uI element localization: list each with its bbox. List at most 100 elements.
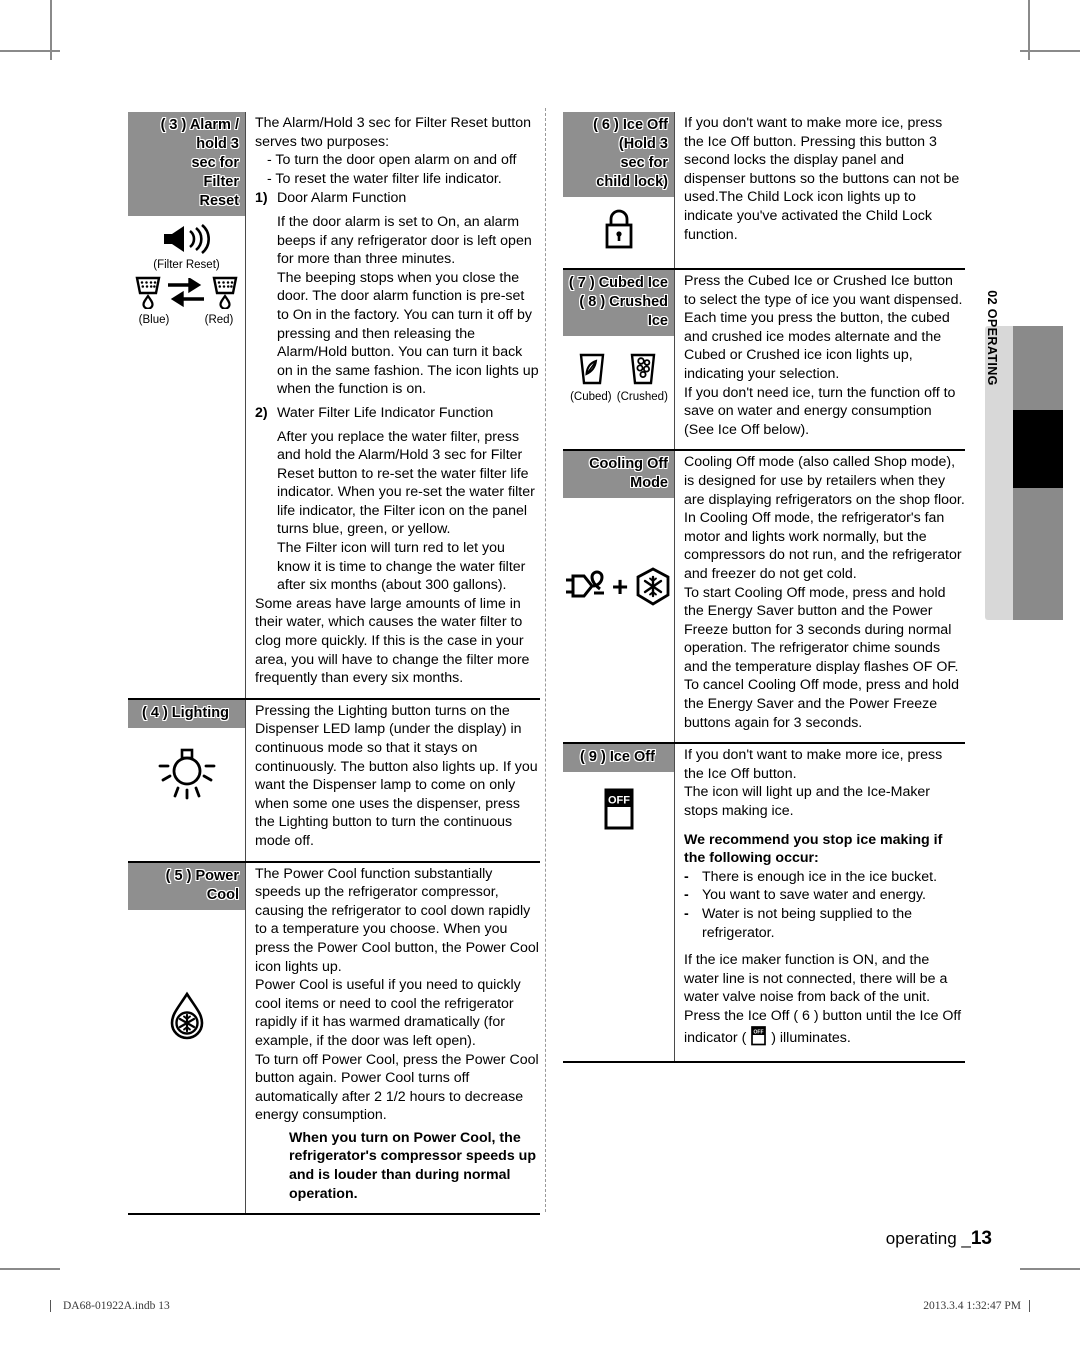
ice-type-captions: (Cubed) (Crushed) [567, 391, 670, 404]
power-freeze-snowflake-icon [633, 566, 673, 613]
cubed-label: (Cubed) [570, 391, 612, 403]
cooling-off-p2: To start Cooling Off mode, press and hol… [684, 584, 959, 675]
alarm-item-2-p1: After you replace the water filter, pres… [277, 428, 535, 538]
filter-reset-label: (Filter Reset) [153, 259, 220, 271]
filter-swap-arrows [164, 275, 210, 313]
ice-type-p2: If you don't need ice, turn the function… [684, 384, 956, 438]
ice-off-p1: If you don't want to make more ice, pres… [684, 747, 943, 782]
section-label-cell: ( 3 ) Alarm / hold 3 sec for Filter Rese… [128, 112, 246, 698]
section-title-alarm: ( 3 ) Alarm / hold 3 sec for Filter Rese… [128, 112, 245, 216]
crop-mark-top-right-horizontal [1020, 50, 1080, 52]
cooling-off-p1: Cooling Off mode (also called Shop mode)… [684, 454, 965, 582]
section-label-cell: ( 9 ) Ice Off OFF [563, 744, 675, 1062]
manual-page: ( 3 ) Alarm / hold 3 sec for Filter Rese… [0, 0, 1080, 1347]
filter-color-icons [132, 275, 241, 314]
lighting-p1: Pressing the Lighting button turns on th… [255, 702, 538, 849]
section-icons-ice-type: (Cubed) (Crushed) [563, 336, 674, 414]
section-icons-ice-off: OFF [563, 772, 674, 847]
ice-off-inline-indicator-icon: OFF [750, 1025, 767, 1052]
section-label-cell: ( 6 ) Ice Off (Hold 3 sec for child lock… [563, 112, 675, 268]
cooling-off-combo-icons: + [565, 566, 673, 613]
chapter-side-tab-label: 02 OPERATING [985, 290, 999, 386]
section-body-cooling-off: Cooling Off mode (also called Shop mode)… [675, 451, 965, 742]
ice-type-p1: Press the Cubed Ice or Crushed Ice butto… [684, 273, 963, 382]
right-column: ( 6 ) Ice Off (Hold 3 sec for child lock… [563, 112, 965, 1064]
page-footer-label: operating _ [885, 1229, 971, 1248]
section-label-cell: Cooling Off Mode + [563, 451, 675, 743]
power-cool-p1: The Power Cool function substantially sp… [255, 865, 539, 975]
section-ice-off: ( 9 ) Ice Off OFF If you don't want to m… [563, 742, 965, 1064]
section-cubed-crushed-ice: ( 7 ) Cubed Ice ( 8 ) Crushed Ice (Cubed… [563, 268, 965, 450]
section-icons-cooling-off: + [563, 498, 674, 623]
section-body-alarm: The Alarm/Hold 3 sec for Filter Reset bu… [246, 112, 540, 698]
bullet-dash: - [684, 887, 689, 904]
bullet-dash: - [684, 906, 689, 922]
left-column: ( 3 ) Alarm / hold 3 sec for Filter Rese… [128, 112, 540, 1216]
crop-mark-bottom-right-horizontal [1020, 1268, 1080, 1270]
section-title-ice-off: ( 9 ) Ice Off [563, 744, 674, 773]
section-ice-off-child-lock: ( 6 ) Ice Off (Hold 3 sec for child lock… [563, 112, 965, 268]
section-body-ice-off-child-lock: If you don't want to make more ice, pres… [675, 112, 965, 268]
section-body-cubed-crushed: Press the Cubed Ice or Crushed Ice butto… [675, 270, 965, 449]
ice-off-bullet: - There is enough ice in the ice bucket. [684, 868, 965, 887]
alarm-item-2-title: Water Filter Life Indicator Function [277, 404, 494, 421]
speaker-alarm-icon [132, 223, 241, 259]
ice-off-indicator-icon: OFF [602, 788, 636, 837]
alarm-item-1-title: Door Alarm Function [277, 190, 407, 207]
indb-filename: DA68-01922A.indb 13 [63, 1300, 170, 1312]
alarm-item-2-p2: The Filter icon will turn red to let you… [277, 540, 526, 594]
side-bar-active-marker [1013, 410, 1063, 488]
section-body-power-cool: The Power Cool function substantially sp… [246, 863, 540, 1214]
power-cool-p3: To turn off Power Cool, press the Power … [255, 1051, 539, 1124]
filter-red-icon-group [209, 275, 241, 314]
ice-type-glyphs [567, 352, 670, 391]
section-title-lighting: ( 4 ) Lighting [128, 699, 245, 728]
crop-mark-top-left-horizontal [0, 50, 60, 52]
svg-text:OFF: OFF [754, 1029, 764, 1035]
section-body-lighting: Pressing the Lighting button turns on th… [246, 700, 540, 861]
bullet-text: Water is not being supplied to the refri… [702, 906, 913, 941]
filter-blue-icon-group [132, 275, 164, 314]
filter-blue-label: (Blue) [138, 314, 170, 326]
section-body-ice-off: If you don't want to make more ice, pres… [675, 744, 965, 1061]
section-label-cell: ( 4 ) Lighting [128, 699, 246, 861]
ice-off-p3: If the ice maker function is ON, and the… [684, 951, 965, 1051]
alarm-intro: The Alarm/Hold 3 sec for Filter Reset bu… [255, 115, 531, 150]
alarm-outro: Some areas have large amounts of lime in… [255, 595, 530, 687]
chapter-side-tab: 02 OPERATING [985, 290, 1013, 620]
cooling-off-p3: To cancel Cooling Off mode, press and ho… [684, 677, 959, 731]
section-title-cubed-crushed: ( 7 ) Cubed Ice ( 8 ) Crushed Ice [563, 270, 674, 336]
ice-off-bullets: - There is enough ice in the ice bucket.… [684, 868, 965, 942]
power-cool-droplet-snowflake-icon [132, 990, 241, 1051]
print-footer: DA68-01922A.indb 13 2013.3.4 1:32:47 PM [50, 1300, 1030, 1312]
ice-off-p3-part-b: ) illuminates. [771, 1029, 851, 1046]
section-title-power-cool: ( 5 ) Power Cool [128, 862, 245, 910]
crushed-ice-icon [617, 352, 670, 391]
alarm-item-1-p2: The beeping stops when you close the doo… [277, 269, 539, 398]
filter-red-label: (Red) [204, 314, 234, 326]
section-title-ice-off-child-lock: ( 6 ) Ice Off (Hold 3 sec for child lock… [563, 112, 674, 197]
plus-sign-icon: + [611, 570, 629, 602]
section-icons-alarm: (Filter Reset) (Blue) (Red) [128, 216, 245, 337]
cubed-ice-icon [567, 352, 617, 391]
lighting-bulb-icon [132, 742, 241, 805]
print-timestamp: 2013.3.4 1:32:47 PM [923, 1300, 1030, 1312]
bullet-dash: - [684, 868, 689, 885]
power-cool-note: When you turn on Power Cool, the refrige… [289, 1129, 537, 1202]
filter-color-captions: (Blue) (Red) [132, 314, 241, 327]
alarm-item-2: 2) Water Filter Life Indicator Function [255, 404, 540, 423]
section-title-cooling-off: Cooling Off Mode [563, 451, 674, 499]
section-alarm-filter-reset: ( 3 ) Alarm / hold 3 sec for Filter Rese… [128, 112, 540, 698]
bullet-text: You want to save water and energy. [702, 887, 926, 904]
bullet-text: There is enough ice in the ice bucket. [702, 868, 938, 885]
alarm-item-1-number: 1) [255, 190, 268, 207]
alarm-item-2-number: 2) [255, 404, 268, 421]
svg-text:OFF: OFF [608, 795, 630, 807]
section-lighting: ( 4 ) Lighting Pressing the Lighting but… [128, 697, 540, 861]
child-lock-p1: If you don't want to make more ice, pres… [684, 115, 960, 243]
page-footer: operating _13 [886, 1228, 992, 1250]
section-cooling-off-mode: Cooling Off Mode + Cooling Off mode (als… [563, 449, 965, 743]
alarm-item-1: 1) Door Alarm Function [255, 189, 540, 208]
ice-off-bold-head: We recommend you stop ice making if the … [684, 831, 943, 867]
